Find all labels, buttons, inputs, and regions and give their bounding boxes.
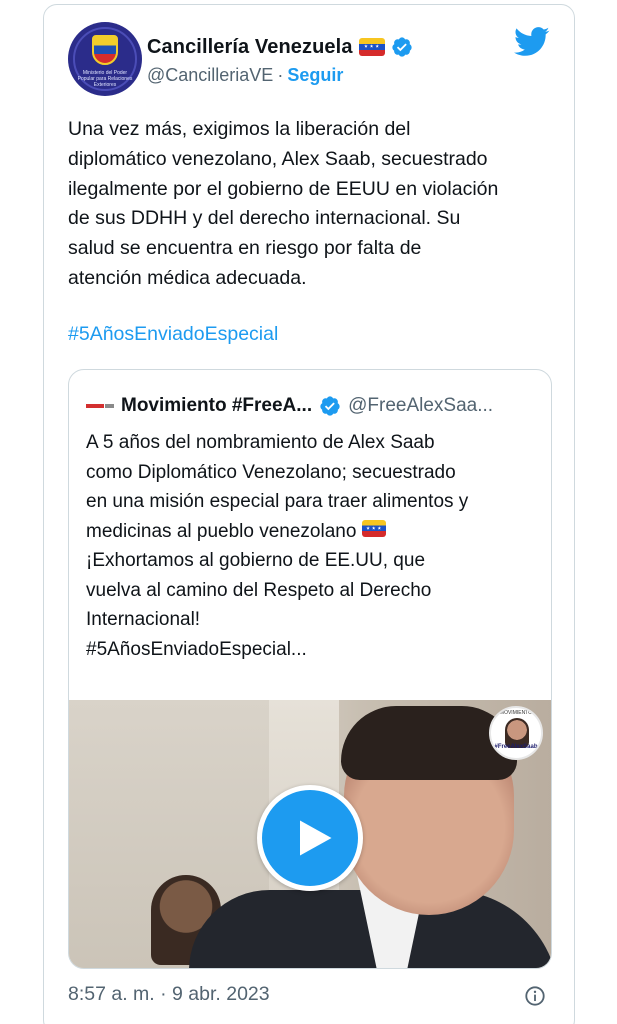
quoted-tweet-header: Movimiento #FreeA... @FreeAlexSaa... [86,392,493,420]
follow-button[interactable]: Seguir [287,65,343,86]
venezuela-flag-icon [358,38,385,56]
quoted-text-line: medicinas al pueblo venezolano [86,520,357,542]
quoted-tweet-text: A 5 años del nombramiento de Alex Saab c… [86,428,536,664]
video-watermark-badge: MOVIMIENTO #FreeAlexSaab [489,706,543,760]
author-avatar[interactable]: Ministerio del Poder Popular para Relaci… [68,22,142,96]
video-badge-top-text: MOVIMIENTO [499,710,533,716]
tweet-timestamp[interactable]: 8:57 a. m. · 9 abr. 2023 [68,983,270,1006]
verified-badge-icon [391,36,413,58]
quoted-text-line: en una misión especial para traer alimen… [86,491,469,512]
twitter-bird-icon[interactable] [514,27,550,57]
avatar-caption: Ministerio del Poder Popular para Relaci… [77,70,133,88]
quoted-text-line: A 5 años del nombramiento de Alex Saab [86,432,435,453]
tweet-body-text: Una vez más, exigimos la liberación del … [68,118,499,289]
separator-dot: · [277,65,284,85]
quoted-author-name: Movimiento #FreeA... [121,395,313,416]
tweet-hashtag-link[interactable]: #5AñosEnviadoEspecial [68,323,278,346]
venezuela-flag-icon [361,519,386,537]
quoted-tweet[interactable]: Movimiento #FreeA... @FreeAlexSaa... A 5… [68,369,552,969]
quoted-text-line: ¡Exhortamos al gobierno de EE.UU, que [86,550,426,571]
quoted-text-line: Internacional! [86,609,201,630]
play-icon [300,820,332,856]
coat-of-arms-icon [92,35,118,65]
quoted-text-line: vuelva al camino del Respeto al Derecho [86,579,432,601]
author-name-row[interactable]: Cancillería Venezuela [147,32,413,62]
quoted-author-handle: @FreeAlexSaa... [348,395,494,416]
video-thumbnail[interactable]: MOVIMIENTO #FreeAlexSaab [69,700,551,968]
quoted-author-avatar [86,399,114,413]
author-name[interactable]: Cancillería Venezuela [147,36,353,59]
play-button[interactable] [257,785,363,891]
info-icon[interactable] [524,985,546,1007]
video-badge-label: #FreeAlexSaab [494,744,538,750]
quoted-text-line: #5AñosEnviadoEspecial... [86,638,307,660]
quoted-text-line-with-flag: medicinas al pueblo venezolano [86,517,536,547]
handle-row: @CancilleriaVE · Seguir [147,65,343,86]
author-handle[interactable]: @CancilleriaVE [147,65,273,86]
verified-badge-icon [319,395,341,417]
tweet-card[interactable]: Ministerio del Poder Popular para Relaci… [43,4,575,1024]
quoted-text-line: como Diplomático Venezolano; secuestrado [86,461,456,483]
